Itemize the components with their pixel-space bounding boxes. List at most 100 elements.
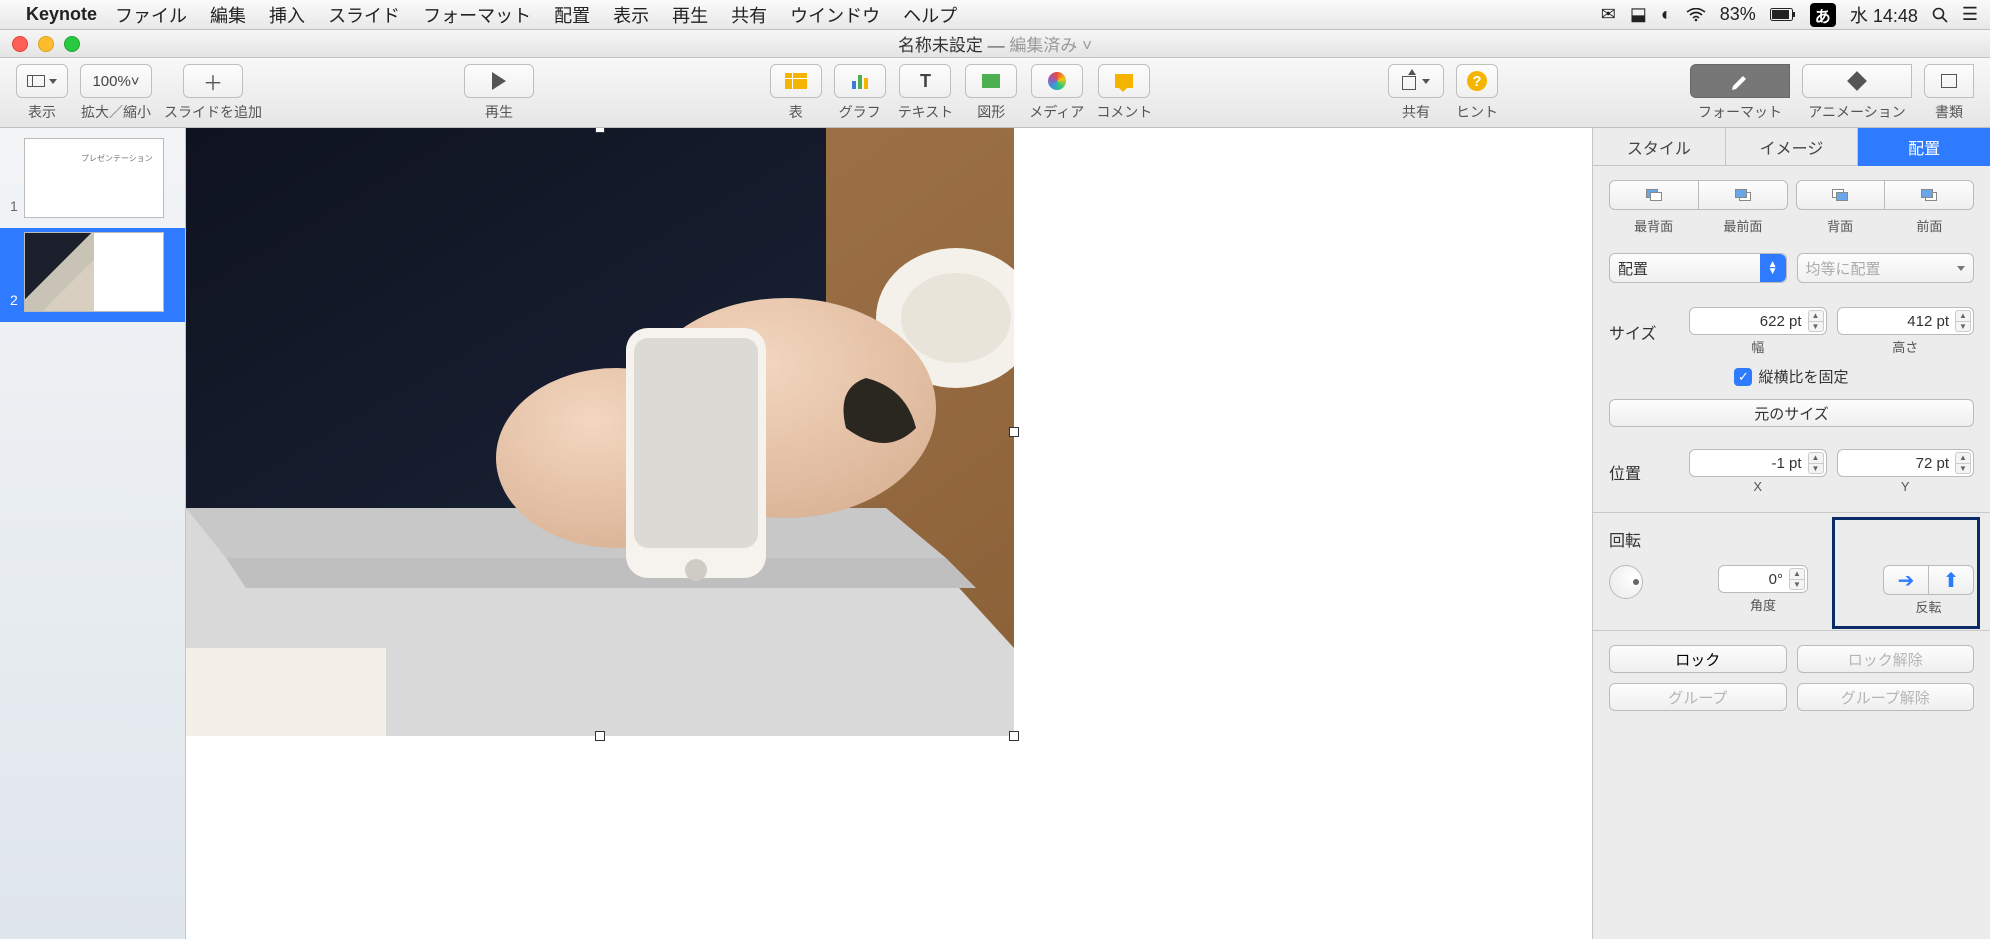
table-button[interactable]	[770, 64, 822, 98]
flip-horizontal-button[interactable]: ➔	[1883, 565, 1929, 595]
resize-handle-top[interactable]	[595, 128, 605, 133]
bring-forward-button[interactable]	[1884, 180, 1974, 210]
hint-label: ヒント	[1456, 102, 1498, 122]
lock-button[interactable]: ロック	[1609, 645, 1787, 673]
height-field[interactable]: 412 pt▲▼	[1837, 307, 1975, 335]
menu-help[interactable]: ヘルプ	[903, 6, 957, 26]
menu-arrange[interactable]: 配置	[554, 6, 590, 26]
resize-handle-bottom[interactable]	[595, 731, 605, 741]
resize-handle-br[interactable]	[1009, 731, 1019, 741]
thumb-1[interactable]: プレゼンテーション	[24, 138, 164, 218]
original-size-button[interactable]: 元のサイズ	[1609, 399, 1974, 427]
thumb-2[interactable]	[24, 232, 164, 312]
bring-to-front-button[interactable]	[1698, 180, 1788, 210]
ime-indicator[interactable]: あ	[1810, 3, 1836, 27]
text-button[interactable]: T	[899, 64, 951, 98]
comment-button[interactable]	[1098, 64, 1150, 98]
width-step-down[interactable]: ▼	[1808, 322, 1824, 333]
x-step-up[interactable]: ▲	[1808, 452, 1824, 464]
y-field[interactable]: 72 pt▲▼	[1837, 449, 1975, 477]
rotate-label: 回転	[1609, 527, 1974, 551]
flip-vertical-button[interactable]: ⬆	[1928, 565, 1974, 595]
menu-window[interactable]: ウインドウ	[790, 6, 880, 26]
resize-handle-right[interactable]	[1009, 427, 1019, 437]
constrain-checkbox[interactable]: ✓	[1734, 368, 1752, 386]
ungroup-button[interactable]: グループ解除	[1797, 683, 1975, 711]
menu-play[interactable]: 再生	[672, 6, 708, 26]
rotation-wheel[interactable]	[1609, 565, 1643, 599]
spotlight-icon[interactable]	[1932, 7, 1948, 23]
menu-format[interactable]: フォーマット	[423, 6, 531, 26]
animation-inspector-button[interactable]	[1802, 64, 1912, 98]
slide-thumb-2[interactable]: 2	[0, 228, 185, 322]
slide-canvas[interactable]	[186, 128, 1592, 939]
media-label: メディア	[1029, 102, 1084, 122]
hint-button[interactable]: ?	[1456, 64, 1498, 98]
constrain-label: 縦横比を固定	[1758, 366, 1848, 387]
menu-insert[interactable]: 挿入	[269, 6, 305, 26]
close-window-button[interactable]	[12, 36, 28, 52]
edited-indicator: 編集済み ˅	[1009, 36, 1092, 55]
slide-navigator[interactable]: 1 プレゼンテーション 2	[0, 128, 186, 939]
angle-step-up[interactable]: ▲	[1789, 568, 1805, 580]
tab-style[interactable]: スタイル	[1593, 128, 1726, 166]
width-sublabel: 幅	[1751, 337, 1764, 356]
send-backward-button[interactable]	[1796, 180, 1886, 210]
distribute-select[interactable]: 均等に配置	[1797, 253, 1975, 283]
dropbox-icon[interactable]: ⬓	[1630, 4, 1647, 25]
group-button[interactable]: グループ	[1609, 683, 1787, 711]
tab-image[interactable]: イメージ	[1726, 128, 1859, 166]
zoom-window-button[interactable]	[64, 36, 80, 52]
media-button[interactable]	[1031, 64, 1083, 98]
tab-arrange[interactable]: 配置	[1858, 128, 1990, 166]
zoom-label: 拡大／縮小	[81, 102, 151, 122]
add-slide-button[interactable]: ＋	[183, 64, 243, 98]
menubar-clock[interactable]: 水 14:48	[1850, 2, 1918, 28]
app-menu[interactable]: Keynote	[26, 4, 97, 25]
zoom-button[interactable]: 100%˅	[80, 64, 152, 98]
share-button[interactable]	[1388, 64, 1444, 98]
width-step-up[interactable]: ▲	[1808, 310, 1824, 322]
slide-thumb-1[interactable]: 1 プレゼンテーション	[0, 134, 185, 228]
text-label: テキスト	[898, 102, 954, 122]
y-step-up[interactable]: ▲	[1955, 452, 1971, 464]
menu-share[interactable]: 共有	[731, 6, 767, 26]
back-label: 最背面	[1609, 216, 1698, 235]
gmail-icon[interactable]: ✉	[1601, 4, 1616, 25]
battery-icon[interactable]	[1770, 8, 1796, 21]
chart-button[interactable]	[834, 64, 886, 98]
x-field[interactable]: -1 pt▲▼	[1689, 449, 1827, 477]
inspector-tabs: スタイル イメージ 配置	[1593, 128, 1990, 166]
menu-edit[interactable]: 編集	[210, 6, 246, 26]
width-field[interactable]: 622 pt▲▼	[1689, 307, 1827, 335]
play-button[interactable]	[464, 64, 534, 98]
shape-button[interactable]	[965, 64, 1017, 98]
x-step-down[interactable]: ▼	[1808, 464, 1824, 475]
notification-center-icon[interactable]: ☰	[1962, 4, 1978, 25]
status-icon[interactable]: ◐	[1661, 4, 1672, 25]
menu-view[interactable]: 表示	[613, 6, 649, 26]
position-label: 位置	[1609, 460, 1679, 484]
share-label: 共有	[1402, 102, 1430, 122]
wifi-icon[interactable]	[1686, 8, 1706, 22]
height-step-down[interactable]: ▼	[1955, 322, 1971, 333]
angle-field[interactable]: 0°▲▼	[1718, 565, 1808, 593]
format-inspector-button[interactable]	[1690, 64, 1790, 98]
y-step-down[interactable]: ▼	[1955, 464, 1971, 475]
view-button[interactable]	[16, 64, 68, 98]
angle-sublabel: 角度	[1750, 595, 1776, 614]
send-to-back-button[interactable]	[1609, 180, 1699, 210]
angle-step-down[interactable]: ▼	[1789, 580, 1805, 591]
toolbar: 表示 100%˅ 拡大／縮小 ＋ スライドを追加 再生 表 グラフ Tテキスト …	[0, 58, 1990, 128]
unlock-button[interactable]: ロック解除	[1797, 645, 1975, 673]
document-inspector-button[interactable]	[1924, 64, 1974, 98]
menu-slide[interactable]: スライド	[328, 6, 400, 26]
size-label: サイズ	[1609, 320, 1679, 344]
minimize-window-button[interactable]	[38, 36, 54, 52]
menu-file[interactable]: ファイル	[115, 6, 187, 26]
align-select[interactable]: 配置▲▼	[1609, 253, 1787, 283]
y-sublabel: Y	[1901, 479, 1910, 494]
height-step-up[interactable]: ▲	[1955, 310, 1971, 322]
document-title[interactable]: 名称未設定 — 編集済み ˅	[898, 31, 1092, 56]
selected-image[interactable]	[186, 128, 1014, 736]
